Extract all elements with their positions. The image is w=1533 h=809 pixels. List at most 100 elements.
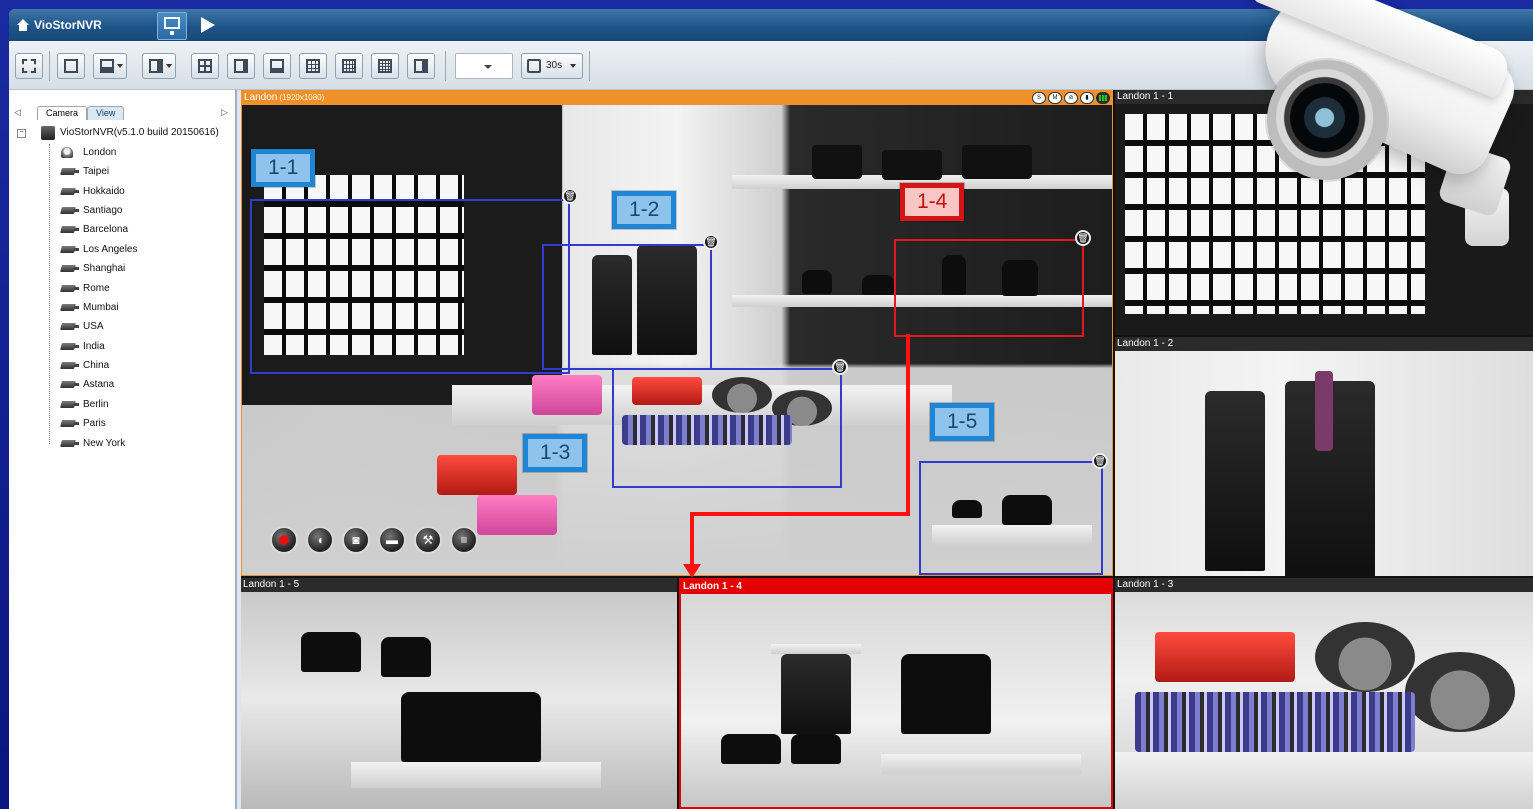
tile-header: Landon 1 - 2 bbox=[1115, 337, 1533, 351]
grid-next-icon bbox=[414, 59, 428, 73]
layout-4-button[interactable] bbox=[191, 53, 219, 79]
main-tile-resolution: (1920x1080) bbox=[279, 93, 325, 102]
camera-icon bbox=[61, 361, 79, 370]
app-window: VioStorNVR 30s ◁ Camera View ▷ − VioStor… bbox=[9, 9, 1533, 809]
video-tile-1-5[interactable]: Landon 1 - 5 bbox=[241, 578, 677, 809]
camera-icon bbox=[61, 322, 79, 331]
chevron-left-icon[interactable]: ◁ bbox=[14, 107, 21, 118]
zone-1-5-box[interactable] bbox=[919, 461, 1103, 575]
tile-header: Landon 1 - 3 bbox=[1115, 578, 1533, 592]
toolbar-separator bbox=[445, 51, 446, 81]
record-status-icon: S bbox=[1032, 92, 1046, 104]
camera-icon bbox=[61, 342, 79, 351]
camera-label: Taipei bbox=[83, 166, 110, 177]
camera-icon bbox=[61, 284, 79, 293]
video-tile-1-1[interactable]: Landon 1 - 1 bbox=[1115, 90, 1533, 335]
camera-icon bbox=[61, 419, 79, 428]
fullscreen-button[interactable] bbox=[15, 53, 43, 79]
shoe bbox=[791, 734, 841, 764]
digital-zoom-icon[interactable]: ▬ bbox=[378, 526, 406, 554]
layout-12-button[interactable] bbox=[335, 53, 363, 79]
layout-focus-dropdown[interactable] bbox=[142, 53, 176, 79]
snapshot-icon[interactable]: ◙ bbox=[342, 526, 370, 554]
chevron-right-icon[interactable]: ▷ bbox=[221, 107, 228, 118]
shelf bbox=[771, 644, 861, 654]
layout-9-button[interactable] bbox=[299, 53, 327, 79]
main-tile-title: Landon bbox=[244, 92, 278, 103]
layout-6-button[interactable] bbox=[227, 53, 255, 79]
video-tile-1-4[interactable]: Landon 1 - 4 bbox=[679, 578, 1113, 809]
layout-split-dropdown[interactable] bbox=[93, 53, 127, 79]
shoe bbox=[721, 734, 781, 764]
video-feed bbox=[1115, 592, 1533, 809]
pink-clothes bbox=[477, 495, 557, 535]
view-select[interactable] bbox=[455, 53, 513, 79]
chevron-down-icon bbox=[570, 64, 576, 68]
split-view-icon bbox=[100, 59, 114, 73]
tab-camera[interactable]: Camera bbox=[37, 106, 88, 120]
playback-mode-button[interactable] bbox=[195, 12, 223, 38]
layout-single-button[interactable] bbox=[57, 53, 85, 79]
video-feed bbox=[681, 594, 1111, 807]
layout-next-page-button[interactable] bbox=[407, 53, 435, 79]
zone-label-1-1: 1-1 bbox=[251, 149, 316, 187]
record-icon[interactable] bbox=[270, 526, 298, 554]
settings-wrench-icon[interactable]: ⚒ bbox=[414, 526, 442, 554]
shoe bbox=[802, 270, 832, 294]
sequence-interval-dropdown[interactable]: 30s bbox=[521, 53, 583, 79]
title-bar: VioStorNVR bbox=[9, 9, 1533, 41]
trash-icon[interactable]: 🗑 bbox=[1075, 230, 1091, 246]
app-logo-text: VioStorNVR bbox=[34, 18, 102, 32]
zone-1-2-box[interactable] bbox=[542, 244, 712, 370]
tree-connector bbox=[49, 144, 51, 444]
zone-label-1-2: 1-2 bbox=[612, 191, 677, 229]
trash-icon[interactable]: 🗑 bbox=[832, 359, 848, 375]
camera-icon bbox=[61, 264, 79, 273]
grid-6-icon bbox=[234, 59, 248, 73]
zone-label-1-5: 1-5 bbox=[930, 403, 995, 441]
video-tile-1-3[interactable]: Landon 1 - 3 bbox=[1115, 578, 1533, 809]
video-tile-1-2[interactable]: Landon 1 - 2 bbox=[1115, 337, 1533, 576]
signal-status-icon bbox=[1096, 92, 1110, 104]
home-icon[interactable] bbox=[17, 19, 29, 31]
red-clothes bbox=[437, 455, 517, 495]
camera-label: Santiago bbox=[83, 205, 123, 216]
fullscreen-icon bbox=[22, 59, 36, 73]
grid-12-icon bbox=[342, 59, 356, 73]
trash-icon[interactable]: 🗑 bbox=[1092, 453, 1108, 469]
zone-1-1-box[interactable] bbox=[250, 199, 570, 374]
hat bbox=[1405, 652, 1515, 732]
monitor-icon bbox=[164, 17, 180, 35]
collapse-icon[interactable]: − bbox=[17, 129, 26, 138]
sneaker bbox=[401, 692, 541, 762]
panel-tabs: ◁ Camera View ▷ bbox=[9, 106, 235, 120]
camera-label: Barcelona bbox=[83, 224, 129, 235]
live-view-mode-button[interactable] bbox=[157, 12, 187, 40]
layout-8-button[interactable] bbox=[263, 53, 291, 79]
tile-header: Landon 1 - 5 bbox=[241, 578, 677, 592]
app-logo: VioStorNVR bbox=[17, 17, 102, 33]
trash-icon[interactable]: 🗑 bbox=[562, 188, 578, 204]
grid-16-icon bbox=[378, 59, 392, 73]
video-feed bbox=[1115, 104, 1533, 335]
notes-icon[interactable]: ≡ bbox=[450, 526, 478, 554]
main-video-tile[interactable]: Landon (1920x1080) S M ⊘ ▮ 🗑 🗑 🗑 🗑 🗑 1-1… bbox=[241, 90, 1113, 576]
video-feed bbox=[241, 592, 677, 809]
tab-view[interactable]: View bbox=[87, 106, 125, 120]
camera-label: Mumbai bbox=[83, 302, 119, 313]
playback-controls: ◖ ◙ ▬ ⚒ ≡ bbox=[270, 526, 478, 558]
scarf bbox=[1315, 371, 1333, 451]
layout-16-button[interactable] bbox=[371, 53, 399, 79]
audio-icon[interactable]: ◖ bbox=[306, 526, 334, 554]
camera-icon bbox=[61, 380, 79, 389]
link-line-horizontal bbox=[690, 512, 910, 516]
sequence-icon bbox=[527, 59, 541, 73]
alarm-status-icon: ⊘ bbox=[1064, 92, 1078, 104]
camera-label: Berlin bbox=[83, 399, 109, 410]
zone-label-1-3: 1-3 bbox=[523, 434, 588, 472]
shelf bbox=[881, 754, 1081, 774]
zone-1-3-box[interactable] bbox=[612, 368, 842, 488]
zone-1-4-box[interactable] bbox=[894, 239, 1084, 337]
trash-icon[interactable]: 🗑 bbox=[703, 234, 719, 250]
camera-label: Hokkaido bbox=[83, 186, 125, 197]
